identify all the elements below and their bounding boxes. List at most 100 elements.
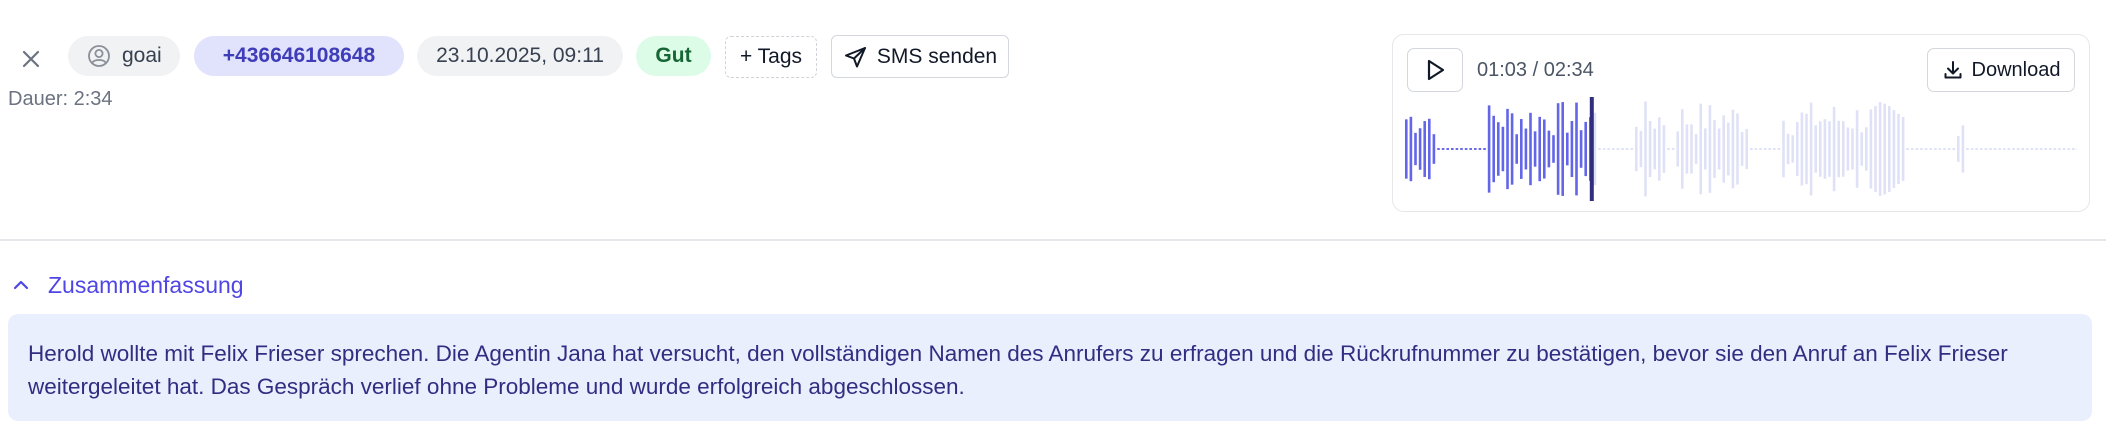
waveform-bar xyxy=(1911,148,1914,150)
waveform-bar xyxy=(1451,148,1454,150)
waveform-bar xyxy=(1731,109,1735,189)
waveform-bar xyxy=(1966,148,1969,150)
audio-waveform[interactable] xyxy=(1405,97,2077,201)
waveform-bar xyxy=(1892,110,1896,188)
waveform-bar xyxy=(1989,148,1992,150)
waveform-bar xyxy=(1869,109,1873,189)
waveform-bar xyxy=(1529,112,1532,186)
playhead[interactable] xyxy=(1589,97,1594,201)
waveform-bar xyxy=(1418,128,1422,170)
waveform-bar xyxy=(1533,131,1537,167)
waveform-bar xyxy=(1639,130,1643,168)
phone-number-pill[interactable]: +436646108648 xyxy=(194,36,404,76)
waveform-bar xyxy=(1901,117,1905,181)
waveform-bar xyxy=(1897,113,1900,185)
waveform-bar xyxy=(1648,120,1652,178)
waveform-bar xyxy=(1722,115,1725,183)
waveform-bar xyxy=(1524,128,1528,170)
waveform-bar xyxy=(1446,148,1449,150)
paper-plane-icon xyxy=(843,44,869,70)
summary-toggle[interactable]: Zusammenfassung xyxy=(10,270,244,300)
user-pill: goai xyxy=(68,36,180,76)
waveform-bar xyxy=(1832,106,1836,192)
waveform-bar xyxy=(2016,148,2020,150)
waveform-bar xyxy=(1432,134,1436,164)
close-button[interactable] xyxy=(14,42,48,76)
waveform-bar xyxy=(1405,119,1408,179)
download-button[interactable]: Download xyxy=(1927,48,2075,92)
waveform-bar xyxy=(1630,148,1633,150)
summary-title: Zusammenfassung xyxy=(48,271,244,298)
waveform-bar xyxy=(1805,113,1808,185)
download-icon xyxy=(1942,59,1964,81)
waveform-bar xyxy=(2021,148,2024,150)
waveform-bar xyxy=(1428,118,1431,180)
waveform-bar xyxy=(1694,134,1698,164)
waveform-bar xyxy=(1552,135,1555,163)
waveform-bar xyxy=(1855,110,1859,188)
call-duration: Dauer: 2:34 xyxy=(8,88,113,110)
waveform-bar xyxy=(1570,121,1574,177)
waveform-bar xyxy=(1621,148,1624,150)
waveform-bar xyxy=(1851,128,1854,170)
waveform-bar xyxy=(1823,119,1827,179)
waveform-bar xyxy=(1483,148,1486,150)
waveform-bar xyxy=(1800,112,1804,186)
waveform-bar xyxy=(1993,148,1997,150)
waveform-bar xyxy=(1455,148,1459,150)
waveform-bar xyxy=(1556,103,1560,195)
waveform-bar xyxy=(1547,130,1551,168)
waveform-bar xyxy=(1414,132,1417,166)
waveform-bar xyxy=(1543,119,1546,179)
waveform-bar xyxy=(1809,102,1813,196)
play-icon xyxy=(1427,59,1445,81)
waveform-bar xyxy=(1952,148,1955,150)
waveform-bar xyxy=(1671,148,1675,150)
call-datetime: 23.10.2025, 09:11 xyxy=(436,44,604,67)
waveform-bar xyxy=(1492,115,1495,183)
waveform-bar xyxy=(1929,148,1932,150)
waveform-bar xyxy=(1497,122,1500,176)
play-button[interactable] xyxy=(1407,48,1463,92)
waveform-bar xyxy=(1947,148,1951,150)
waveform-bar xyxy=(1791,135,1794,163)
waveform-bar xyxy=(1501,126,1505,172)
add-tags-button[interactable]: + Tags xyxy=(725,36,817,78)
waveform-bar xyxy=(2007,148,2011,150)
waveform-bar xyxy=(1759,148,1762,150)
waveform-bar xyxy=(1607,148,1610,150)
waveform-bar xyxy=(1975,148,1978,150)
summary-text: Herold wollte mit Felix Frieser sprechen… xyxy=(28,341,2008,399)
waveform-bar xyxy=(1409,116,1413,182)
waveform-bar xyxy=(1814,125,1817,173)
waveform-bar xyxy=(1846,127,1850,171)
waveform-bar xyxy=(1934,148,1937,150)
waveform-bar xyxy=(1980,148,1983,150)
waveform-bar xyxy=(1883,103,1886,195)
waveform-bar xyxy=(2058,148,2061,150)
waveform-bar xyxy=(1842,121,1845,177)
waveform-bar xyxy=(1635,126,1638,172)
waveform-bar xyxy=(1520,119,1523,179)
waveform-bar xyxy=(1782,120,1785,178)
waveform-bar xyxy=(2072,148,2075,150)
waveform-bar xyxy=(1566,132,1569,166)
send-sms-label: SMS senden xyxy=(876,44,998,68)
waveform-bar xyxy=(2053,148,2057,150)
waveform-bar xyxy=(1943,148,1946,150)
close-icon xyxy=(22,50,40,68)
send-sms-button[interactable]: SMS senden xyxy=(831,35,1009,78)
section-divider xyxy=(0,239,2106,241)
waveform-bar xyxy=(1708,105,1712,193)
rating-label: Gut xyxy=(655,44,692,67)
waveform-bar xyxy=(1727,122,1730,176)
waveform-bar xyxy=(1441,148,1445,150)
waveform-bar xyxy=(1699,103,1702,195)
waveform-bar xyxy=(1938,148,1942,150)
waveform-bar xyxy=(1717,128,1721,170)
waveform-bar xyxy=(1874,106,1877,192)
waveform-bar xyxy=(2062,148,2066,150)
waveform-bar xyxy=(1768,148,1771,150)
waveform-bar xyxy=(1865,127,1868,171)
waveform-bar xyxy=(1878,102,1882,196)
